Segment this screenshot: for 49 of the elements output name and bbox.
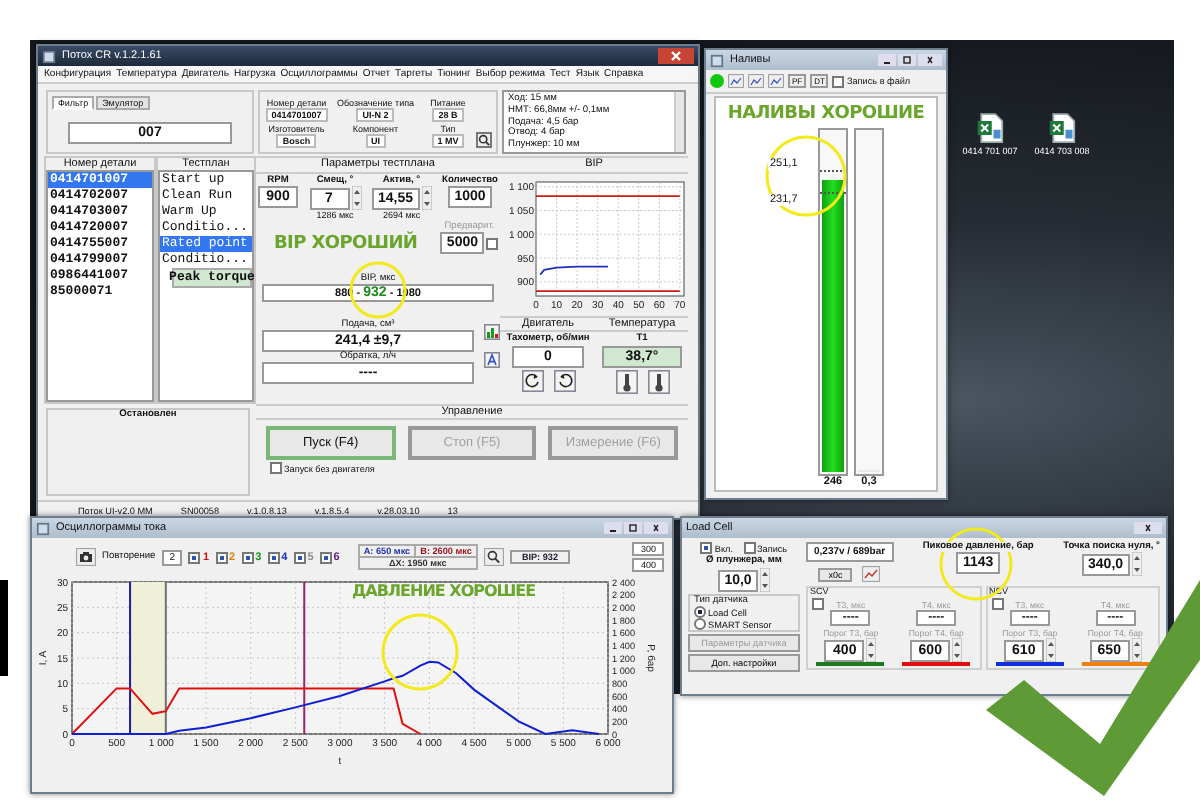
thermometer-icon[interactable] (647, 370, 669, 394)
minimize-icon[interactable] (604, 522, 622, 534)
line-series (71, 687, 422, 735)
app-icon (36, 521, 50, 535)
app-icon (42, 49, 56, 63)
chart-icon[interactable] (862, 566, 881, 582)
thermometer-icon[interactable] (615, 370, 637, 394)
spin-buttons-icon[interactable] (866, 638, 877, 662)
rotate-right-icon[interactable] (553, 370, 575, 392)
annotation-text: ДАВЛЕНИЕ ХОРОШЕЕ (352, 582, 536, 600)
spin-buttons-icon[interactable] (952, 638, 963, 662)
line-series (71, 660, 600, 735)
maximize-icon[interactable] (898, 54, 916, 66)
maximize-icon[interactable] (624, 522, 642, 534)
spin-buttons-icon[interactable] (351, 186, 361, 210)
toolbar-icon[interactable] (768, 74, 784, 88)
highlight-circle (764, 134, 848, 218)
annotation-text: ВІР ХОРОШИЙ (274, 234, 418, 254)
bar-chart-icon[interactable] (484, 324, 500, 340)
annotation-text: НАЛИВЫ ХОРОШИЕ (727, 104, 925, 124)
spin-buttons-icon[interactable] (1045, 638, 1056, 662)
camera-icon[interactable] (76, 548, 96, 566)
close-icon[interactable] (918, 54, 942, 66)
close-button[interactable] (658, 48, 694, 64)
close-icon (670, 50, 682, 62)
search-button[interactable] (476, 132, 492, 148)
search-icon (478, 134, 490, 146)
checkbox[interactable] (812, 598, 824, 610)
scrollbar[interactable] (674, 92, 684, 152)
close-icon[interactable] (644, 522, 668, 534)
window-fragment (0, 580, 8, 676)
toolbar-icon[interactable] (728, 74, 744, 88)
toolbar-icon[interactable] (748, 74, 764, 88)
spin-buttons-icon[interactable] (1131, 552, 1142, 576)
rotate-left-icon[interactable] (521, 370, 543, 392)
spreadsheet-file-icon[interactable] (976, 112, 1004, 144)
spin-buttons-icon[interactable] (421, 186, 432, 210)
app-icon (710, 53, 724, 67)
checkbox[interactable] (486, 237, 498, 249)
spin-buttons-icon[interactable] (1131, 638, 1142, 662)
status-indicator (710, 74, 724, 88)
minimize-icon[interactable] (878, 54, 896, 66)
spreadsheet-file-icon[interactable] (1048, 112, 1076, 144)
close-icon[interactable] (1134, 522, 1162, 534)
letter-a-icon[interactable] (484, 352, 500, 368)
highlight-circle (380, 612, 460, 692)
spin-buttons-icon[interactable] (760, 568, 770, 592)
zoom-icon[interactable] (483, 548, 504, 566)
checkbox[interactable] (991, 598, 1003, 610)
